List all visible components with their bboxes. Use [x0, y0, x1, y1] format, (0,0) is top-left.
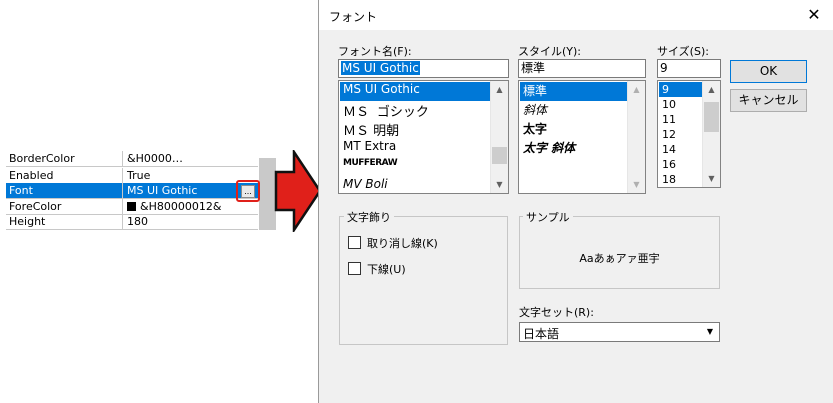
style-list-item[interactable]: 太字 斜体	[520, 139, 627, 158]
font-name-label: フォント名(F):	[338, 45, 412, 58]
style-list-item[interactable]: 太字	[520, 120, 627, 139]
style-label: スタイル(Y):	[518, 45, 582, 58]
chevron-down-icon[interactable]: ▼	[702, 324, 718, 340]
size-list-item[interactable]: 11	[659, 112, 702, 127]
charset-label: 文字セット(R):	[519, 306, 594, 319]
font-dialog: フォント ✕ フォント名(F): MS UI Gothic MS UI Goth…	[318, 0, 833, 403]
scroll-thumb[interactable]	[704, 102, 719, 132]
property-value: 180	[127, 215, 148, 228]
style-input[interactable]: 標準	[518, 59, 646, 78]
font-list-item[interactable]: ＭＳ ゴシック	[340, 101, 490, 120]
font-list-item[interactable]: ＭＳ 明朝	[340, 120, 490, 139]
font-name-list[interactable]: MS UI Gothic ＭＳ ゴシック ＭＳ 明朝 MT Extra MUFF…	[338, 80, 509, 194]
property-name: ForeColor	[6, 199, 123, 214]
property-value: &H0000…	[127, 152, 183, 165]
underline-label[interactable]: 下線(U)	[367, 261, 406, 277]
scroll-thumb[interactable]	[492, 147, 507, 164]
scroll-up-icon[interactable]: ▲	[703, 81, 720, 98]
font-list-scrollbar[interactable]: ▲ ▼	[490, 81, 508, 193]
property-name: BorderColor	[6, 151, 123, 166]
size-list-item[interactable]: 14	[659, 142, 702, 157]
size-list-scrollbar[interactable]: ▲ ▼	[702, 81, 720, 187]
scroll-down-icon[interactable]: ▼	[703, 170, 720, 187]
ellipsis-highlight: ...	[236, 180, 260, 202]
cancel-button[interactable]: キャンセル	[730, 89, 807, 112]
color-value: &H80000012&	[140, 200, 222, 213]
property-name: Height	[6, 214, 123, 229]
font-list-item[interactable]: MS UI Gothic	[340, 82, 490, 101]
property-name: Enabled	[6, 168, 123, 183]
dialog-title: フォント	[329, 10, 378, 24]
style-list-scrollbar[interactable]: ▲ ▼	[627, 81, 645, 193]
title-bar	[319, 0, 833, 30]
property-grid: BorderColor &H0000… Enabled True Font MS…	[0, 151, 276, 230]
font-name-input[interactable]: MS UI Gothic	[338, 59, 509, 78]
property-name: Font	[6, 183, 123, 198]
charset-value: 日本語	[523, 327, 560, 341]
property-row-forecolor[interactable]: ForeColor &H80000012&	[6, 199, 258, 215]
color-swatch	[127, 202, 136, 211]
size-input[interactable]: 9	[657, 59, 721, 78]
style-list-item[interactable]: 標準	[520, 82, 627, 101]
property-row-bordercolor[interactable]: BorderColor &H0000…	[6, 151, 258, 167]
effects-label: 文字飾り	[344, 209, 394, 225]
font-ellipsis-button[interactable]: ...	[241, 185, 255, 198]
property-row-height[interactable]: Height 180	[6, 214, 258, 230]
size-list-item[interactable]: 18	[659, 172, 702, 187]
font-list-item[interactable]: MV Boli	[340, 177, 490, 193]
close-button[interactable]: ✕	[802, 4, 826, 26]
size-list-item[interactable]: 16	[659, 157, 702, 172]
property-row-enabled[interactable]: Enabled True	[6, 168, 258, 184]
underline-checkbox[interactable]	[348, 262, 361, 275]
size-list-item[interactable]: 9	[659, 82, 702, 97]
charset-select[interactable]: 日本語 ▼	[519, 322, 720, 342]
scroll-down-icon[interactable]: ▼	[628, 176, 645, 193]
style-list-item[interactable]: 斜体	[520, 101, 627, 120]
scroll-up-icon[interactable]: ▲	[628, 81, 645, 98]
strikeout-checkbox[interactable]	[348, 236, 361, 249]
font-list-item[interactable]: MT Extra	[340, 139, 490, 158]
ok-button[interactable]: OK	[730, 60, 807, 83]
size-list[interactable]: 9 10 11 12 14 16 18 ▲ ▼	[657, 80, 721, 188]
size-label: サイズ(S):	[657, 45, 709, 58]
sample-text: Aaあぁアァ亜宇	[579, 252, 660, 265]
property-row-font[interactable]: Font MS UI Gothic	[6, 183, 258, 199]
size-list-item[interactable]: 10	[659, 97, 702, 112]
sample-label: サンプル	[523, 209, 573, 225]
strikeout-label[interactable]: 取り消し線(K)	[367, 235, 438, 251]
font-list-item[interactable]: MUFFERAW	[340, 158, 490, 177]
size-list-item[interactable]: 12	[659, 127, 702, 142]
scroll-up-icon[interactable]: ▲	[491, 81, 508, 98]
font-name-value: MS UI Gothic	[341, 61, 420, 75]
red-arrow-icon	[274, 150, 322, 232]
style-list[interactable]: 標準 斜体 太字 太字 斜体 ▲ ▼	[518, 80, 646, 194]
scroll-down-icon[interactable]: ▼	[491, 176, 508, 193]
